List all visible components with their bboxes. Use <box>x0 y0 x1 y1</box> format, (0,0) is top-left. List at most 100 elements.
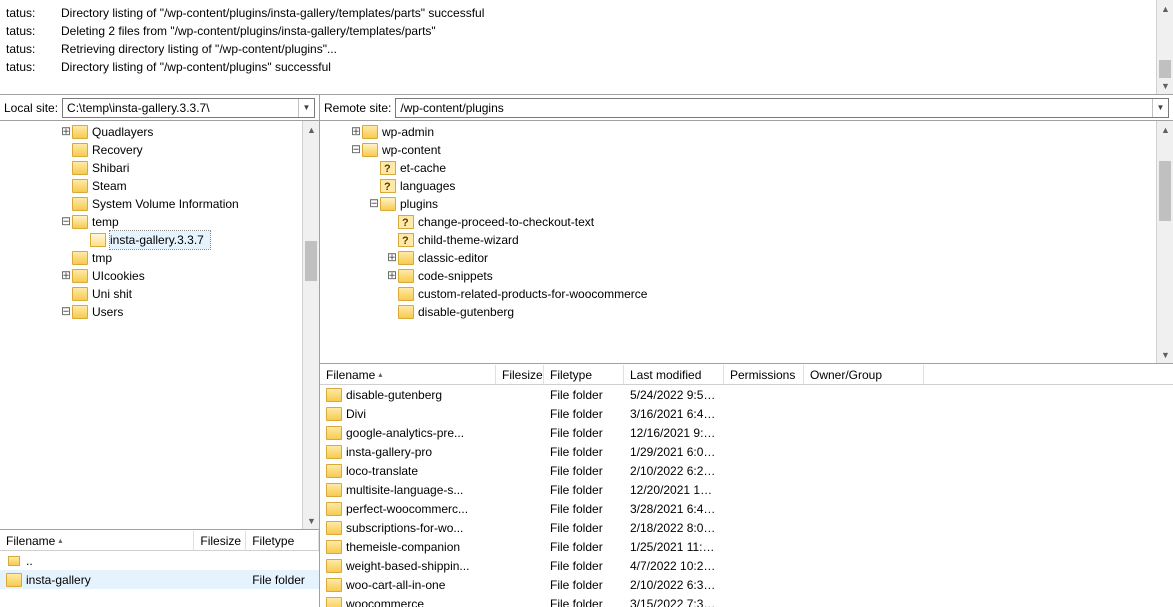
tree-item[interactable]: ⊞UIcookies <box>0 267 302 285</box>
scroll-up-icon[interactable]: ▲ <box>1157 0 1173 17</box>
list-item[interactable]: google-analytics-pre...File folder12/16/… <box>320 423 1173 442</box>
scroll-down-icon[interactable]: ▼ <box>1157 346 1173 363</box>
tree-item[interactable]: ⊟Users <box>0 303 302 321</box>
scroll-up-icon[interactable]: ▲ <box>303 121 320 138</box>
file-type: File folder <box>544 483 624 497</box>
file-name: multisite-language-s... <box>346 483 463 497</box>
log-row: tatus:Directory listing of "/wp-content/… <box>0 4 1156 22</box>
tree-expander-icon[interactable]: ⊟ <box>368 195 380 213</box>
tree-item[interactable]: child-theme-wizard <box>320 231 1156 249</box>
remote-path-input[interactable] <box>396 99 1152 117</box>
local-tree[interactable]: ⊞QuadlayersRecoveryShibariSteamSystem Vo… <box>0 121 319 530</box>
folder-icon <box>362 125 378 139</box>
scroll-up-icon[interactable]: ▲ <box>1157 121 1173 138</box>
col-filename[interactable]: Filename▴ <box>320 365 496 384</box>
remote-file-list[interactable]: Filename▴ Filesize Filetype Last modifie… <box>320 364 1173 607</box>
tree-item[interactable]: ⊟plugins <box>320 195 1156 213</box>
tree-item[interactable]: ⊞code-snippets <box>320 267 1156 285</box>
local-path-combo[interactable]: ▼ <box>62 98 315 118</box>
tree-item[interactable]: languages <box>320 177 1156 195</box>
col-filesize[interactable]: Filesize <box>194 531 246 550</box>
list-item[interactable]: insta-galleryFile folder <box>0 570 319 589</box>
tree-expander-icon[interactable]: ⊟ <box>60 303 72 321</box>
remote-path-bar: Remote site: ▼ <box>320 95 1173 121</box>
local-path-input[interactable] <box>63 99 298 117</box>
col-filetype[interactable]: Filetype <box>544 365 624 384</box>
log-scrollbar[interactable]: ▲ ▼ <box>1156 0 1173 94</box>
tree-item[interactable]: insta-gallery.3.3.7 <box>0 231 302 249</box>
list-item[interactable]: woocommerceFile folder3/15/2022 7:33:... <box>320 594 1173 607</box>
remote-tree-scrollbar[interactable]: ▲ ▼ <box>1156 121 1173 363</box>
tree-item[interactable]: Recovery <box>0 141 302 159</box>
tree-item[interactable]: System Volume Information <box>0 195 302 213</box>
file-type: File folder <box>544 559 624 573</box>
tree-item[interactable]: Shibari <box>0 159 302 177</box>
tree-item[interactable]: et-cache <box>320 159 1156 177</box>
scroll-down-icon[interactable]: ▼ <box>1157 77 1173 94</box>
tree-expander-icon[interactable]: ⊞ <box>386 267 398 285</box>
tree-item[interactable]: ⊞Quadlayers <box>0 123 302 141</box>
chevron-down-icon[interactable]: ▼ <box>1152 99 1168 117</box>
tree-item[interactable]: ⊟wp-content <box>320 141 1156 159</box>
sort-asc-icon: ▴ <box>58 536 62 545</box>
col-filesize[interactable]: Filesize <box>496 365 544 384</box>
tree-item[interactable]: ⊞wp-admin <box>320 123 1156 141</box>
scroll-thumb[interactable] <box>1159 161 1171 221</box>
tree-item[interactable]: Uni shit <box>0 285 302 303</box>
remote-list-header[interactable]: Filename▴ Filesize Filetype Last modifie… <box>320 365 1173 385</box>
list-item[interactable]: weight-based-shippin...File folder4/7/20… <box>320 556 1173 575</box>
chevron-down-icon[interactable]: ▼ <box>298 99 314 117</box>
tree-item[interactable]: custom-related-products-for-woocommerce <box>320 285 1156 303</box>
remote-tree[interactable]: ⊞wp-admin⊟wp-contentet-cachelanguages⊟pl… <box>320 121 1173 364</box>
list-item[interactable]: DiviFile folder3/16/2021 6:49:... <box>320 404 1173 423</box>
log-status: tatus: <box>6 4 61 22</box>
file-modified: 3/16/2021 6:49:... <box>624 407 724 421</box>
tree-item[interactable]: ⊟temp <box>0 213 302 231</box>
local-tree-scrollbar[interactable]: ▲ ▼ <box>302 121 319 529</box>
col-modified[interactable]: Last modified <box>624 365 724 384</box>
local-site-label: Local site: <box>4 101 58 115</box>
list-item[interactable]: themeisle-companionFile folder1/25/2021 … <box>320 537 1173 556</box>
file-modified: 1/29/2021 6:08:... <box>624 445 724 459</box>
scroll-thumb[interactable] <box>1159 60 1171 78</box>
list-item[interactable]: perfect-woocommerc...File folder3/28/202… <box>320 499 1173 518</box>
tree-expander-icon[interactable]: ⊟ <box>60 213 72 231</box>
file-type: File folder <box>544 445 624 459</box>
tree-item[interactable]: ⊞classic-editor <box>320 249 1156 267</box>
tree-expander-icon[interactable]: ⊞ <box>350 123 362 141</box>
scroll-thumb[interactable] <box>305 241 317 281</box>
tree-expander-icon[interactable]: ⊞ <box>60 123 72 141</box>
unknown-icon <box>380 161 396 175</box>
tree-item[interactable]: tmp <box>0 249 302 267</box>
list-item[interactable]: .. <box>0 551 319 570</box>
local-list-header[interactable]: Filename▴ Filesize Filetype <box>0 531 319 551</box>
list-item[interactable]: multisite-language-s... File folder12/20/… <box>320 480 1173 499</box>
file-name: woo-cart-all-in-one <box>346 578 445 592</box>
col-filename[interactable]: Filename▴ <box>0 531 194 550</box>
scroll-down-icon[interactable]: ▼ <box>303 512 320 529</box>
local-path-bar: Local site: ▼ <box>0 95 319 121</box>
folder-icon <box>326 521 342 535</box>
tree-item[interactable]: disable-gutenberg <box>320 303 1156 321</box>
tree-item[interactable]: Steam <box>0 177 302 195</box>
local-file-list[interactable]: Filename▴ Filesize Filetype ..insta-gall… <box>0 530 319 607</box>
file-modified: 3/15/2022 7:33:... <box>624 597 724 607</box>
remote-path-combo[interactable]: ▼ <box>395 98 1169 118</box>
file-modified: 12/20/2021 12:... <box>624 483 724 497</box>
tree-label: custom-related-products-for-woocommerce <box>418 285 653 303</box>
col-owner[interactable]: Owner/Group <box>804 365 924 384</box>
file-name: google-analytics-pre... <box>346 426 464 440</box>
col-filetype[interactable]: Filetype <box>246 531 319 550</box>
list-item[interactable]: subscriptions-for-wo...File folder2/18/2… <box>320 518 1173 537</box>
tree-expander-icon[interactable]: ⊟ <box>350 141 362 159</box>
tree-expander-icon[interactable]: ⊞ <box>60 267 72 285</box>
folder-open-icon <box>72 215 88 229</box>
list-item[interactable]: loco-translateFile folder2/10/2022 6:27:… <box>320 461 1173 480</box>
log-row: tatus:Retrieving directory listing of "/… <box>0 40 1156 58</box>
list-item[interactable]: insta-gallery-proFile folder1/29/2021 6:… <box>320 442 1173 461</box>
tree-item[interactable]: change-proceed-to-checkout-text <box>320 213 1156 231</box>
tree-expander-icon[interactable]: ⊞ <box>386 249 398 267</box>
list-item[interactable]: disable-gutenbergFile folder5/24/2022 9:… <box>320 385 1173 404</box>
col-permissions[interactable]: Permissions <box>724 365 804 384</box>
list-item[interactable]: woo-cart-all-in-oneFile folder2/10/2022 … <box>320 575 1173 594</box>
